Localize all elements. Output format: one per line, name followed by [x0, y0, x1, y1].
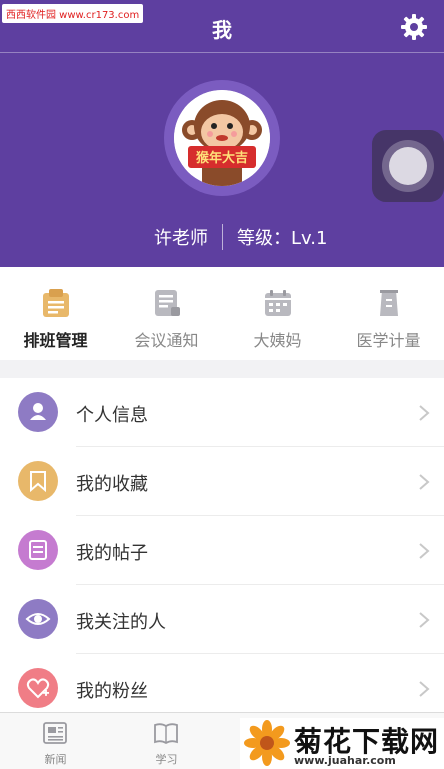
flower-logo-icon — [244, 720, 290, 766]
menu-item-favorites[interactable]: 我的收藏 — [0, 447, 444, 516]
chevron-right-icon — [419, 543, 430, 559]
menu-item-label: 我的收藏 — [76, 474, 148, 495]
quick-action-label: 医学计量 — [356, 331, 421, 350]
meeting-notice-icon — [155, 290, 180, 316]
post-icon — [18, 530, 58, 570]
quick-action-period[interactable]: 大姨妈 — [222, 267, 333, 360]
floating-assistive-button[interactable] — [372, 130, 444, 202]
menu-item-label: 我的帖子 — [76, 543, 148, 564]
menu-item-label: 个人信息 — [76, 405, 148, 426]
chevron-right-icon — [419, 681, 430, 697]
header-divider — [0, 52, 444, 53]
profile-header: 我 猴年大吉 许老师 等级：Lv.1 — [0, 0, 444, 267]
source-watermark: 西西软件园 www.cr173.com — [2, 4, 144, 23]
person-icon — [18, 392, 58, 432]
quick-action-label: 会议通知 — [134, 331, 199, 350]
menu-item-my-posts[interactable]: 我的帖子 — [0, 516, 444, 585]
book-icon — [154, 723, 178, 745]
quick-action-label: 排班管理 — [23, 331, 88, 350]
quick-actions: 排班管理 会议通知 大姨妈 医学计量 — [0, 267, 444, 360]
gear-icon[interactable] — [400, 13, 428, 41]
menu-item-personal-info[interactable]: 个人信息 — [0, 378, 444, 447]
eye-icon — [18, 599, 58, 639]
monkey-avatar-image: 猴年大吉 — [174, 90, 270, 186]
tab-news[interactable]: 新闻 — [0, 713, 111, 769]
chevron-right-icon — [419, 405, 430, 421]
tab-label: 学习 — [155, 753, 178, 766]
quick-action-measure[interactable]: 医学计量 — [333, 267, 444, 360]
menu-item-label: 我关注的人 — [76, 612, 166, 633]
quick-action-meeting[interactable]: 会议通知 — [111, 267, 222, 360]
menu-item-label: 我的粉丝 — [76, 681, 148, 702]
avatar[interactable]: 猴年大吉 — [174, 90, 270, 186]
chevron-right-icon — [419, 474, 430, 490]
quick-action-schedule[interactable]: 排班管理 — [0, 267, 111, 360]
bookmark-icon — [18, 461, 58, 501]
tab-label: 新闻 — [44, 753, 67, 766]
calendar-icon — [265, 290, 291, 316]
user-info-separator — [222, 224, 223, 250]
site-watermark: 菊花下载网 www.juahar.com — [240, 718, 444, 769]
user-level: 等级：Lv.1 — [237, 228, 328, 249]
news-icon — [43, 722, 67, 744]
avatar-banner-text: 猴年大吉 — [196, 150, 248, 166]
measure-cup-icon — [380, 290, 398, 316]
chevron-right-icon — [419, 612, 430, 628]
quick-action-label: 大姨妈 — [253, 331, 302, 350]
watermark-url: www.juahar.com — [294, 754, 396, 767]
menu-item-following[interactable]: 我关注的人 — [0, 585, 444, 654]
heart-plus-icon — [18, 668, 58, 708]
user-name: 许老师 — [154, 228, 208, 249]
tab-study[interactable]: 学习 — [111, 713, 222, 769]
schedule-icon — [43, 289, 69, 317]
menu-list: 个人信息 我的收藏 我的帖子 我关注的人 我的粉丝 — [0, 378, 444, 712]
user-info: 许老师 等级：Lv.1 — [0, 224, 444, 250]
